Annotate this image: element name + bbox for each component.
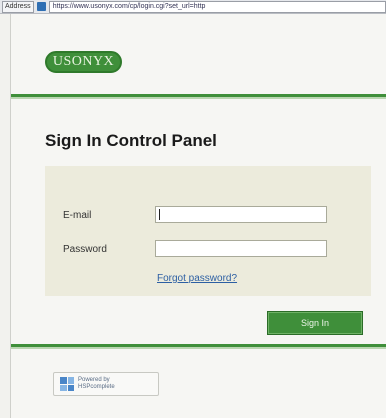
forgot-password-link[interactable]: Forgot password? xyxy=(157,273,237,284)
password-label: Password xyxy=(63,244,107,255)
page-title: Sign In Control Panel xyxy=(45,131,217,150)
login-panel: E-mail Password Forgot password? xyxy=(45,166,371,296)
footer-divider xyxy=(11,344,386,347)
sign-in-button[interactable]: Sign In xyxy=(267,311,363,335)
powered-by-badge[interactable]: Powered by HSPcomplete xyxy=(53,372,159,396)
password-field[interactable] xyxy=(155,240,327,257)
email-label: E-mail xyxy=(63,210,92,221)
powered-by-line2: HSPcomplete xyxy=(78,384,115,390)
page-favicon-icon xyxy=(36,2,46,11)
powered-by-line1: Powered by xyxy=(78,377,110,383)
text-caret xyxy=(159,209,160,220)
hsp-logo-icon xyxy=(60,377,74,391)
powered-by-text: Powered by HSPcomplete xyxy=(78,377,115,391)
page-content: USONYX Sign In Control Panel E-mail Pass… xyxy=(10,14,386,418)
browser-address-bar: Address https://www.usonyx.com/cp/login.… xyxy=(0,0,386,14)
header-divider xyxy=(11,94,386,97)
usonyx-logo[interactable]: USONYX xyxy=(45,51,122,73)
url-field[interactable]: https://www.usonyx.com/cp/login.cgi?set_… xyxy=(48,0,386,13)
email-field[interactable] xyxy=(155,206,327,223)
address-label: Address xyxy=(2,0,34,13)
